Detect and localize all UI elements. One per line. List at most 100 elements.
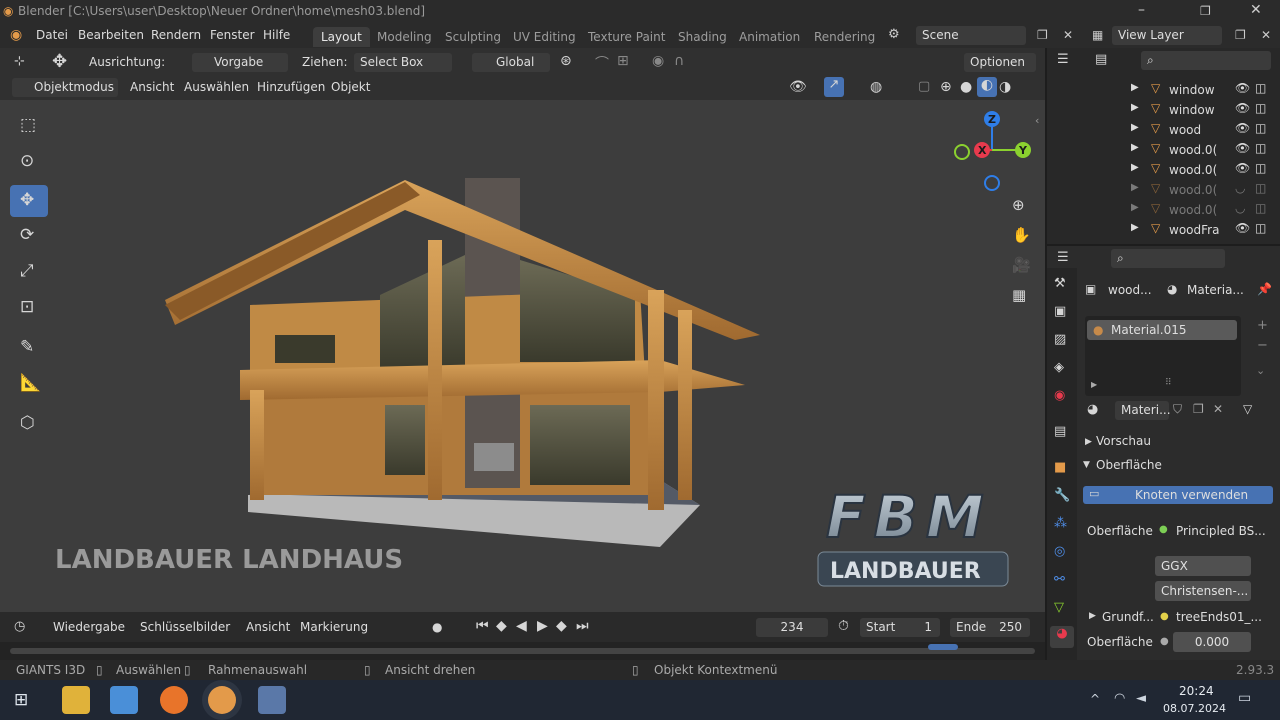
jump-end-icon[interactable]: ⏭ (576, 618, 589, 634)
properties-search-input[interactable]: ⌕ (1111, 249, 1225, 268)
collection-tab-icon[interactable]: ▤ (1054, 424, 1066, 439)
notification-icon[interactable]: ▭ (1238, 690, 1251, 706)
unlink-material-icon[interactable]: ✕ (1213, 402, 1223, 416)
clock-date[interactable]: 08.07.2024 (1163, 702, 1226, 715)
fake-user-icon[interactable]: ⛉ (1173, 402, 1182, 417)
material-slot-list[interactable]: ● Material.015 ▶ ⠿ (1085, 316, 1241, 396)
volume-icon[interactable]: ◄ (1136, 691, 1146, 706)
pan-hand-icon[interactable]: ✋ (1012, 226, 1031, 244)
object-tab-icon[interactable]: ■ (1054, 460, 1066, 475)
outliner-row[interactable]: ▶ ▽ wood.0( 👁 ◫ (1047, 140, 1280, 160)
play-icon[interactable]: ▶ (537, 618, 548, 634)
remove-slot-icon[interactable]: − (1257, 338, 1268, 353)
camera-icon[interactable]: ◫ (1255, 81, 1266, 95)
camera-icon[interactable]: ◫ (1255, 101, 1266, 115)
timeline-scrollbar[interactable] (10, 648, 1035, 654)
object-name[interactable]: wood... (1108, 283, 1152, 297)
proportional-edit-icon[interactable]: ◉ (652, 53, 664, 69)
wireframe-shading-icon[interactable]: ⊕ (940, 79, 952, 95)
view-layer-field[interactable]: View Layer (1112, 26, 1222, 45)
end-frame-field[interactable]: Ende 250 (950, 618, 1030, 637)
tab-shading[interactable]: Shading (670, 27, 735, 47)
eye-icon[interactable]: 👁 (1235, 141, 1250, 155)
jump-start-icon[interactable]: ⏮ (476, 618, 489, 634)
menu-hinzufuegen[interactable]: Hinzufügen (257, 80, 325, 94)
material-breadcrumb[interactable]: Materia... (1187, 283, 1244, 297)
material-browse-icon[interactable]: ◕ (1087, 402, 1098, 417)
rotate-tool-icon[interactable]: ⟳ (10, 220, 48, 252)
menu-bearbeiten[interactable]: Bearbeiten (78, 28, 144, 42)
maximize-icon[interactable]: ❐ (1200, 4, 1211, 18)
tab-texture-paint[interactable]: Texture Paint (580, 27, 673, 47)
outliner-row[interactable]: ▶ ▽ woodFra 👁 ◫ (1047, 220, 1280, 240)
camera-icon[interactable]: ◫ (1255, 121, 1266, 135)
timeline-editor-icon[interactable]: ◷ (14, 619, 25, 634)
material-name-field[interactable]: Materi... (1115, 401, 1171, 420)
select-box-tool-icon[interactable]: ⬚ (10, 110, 48, 142)
menu-auswaehlen[interactable]: Auswählen (184, 80, 249, 94)
scene-tab-icon[interactable]: ◈ (1054, 360, 1064, 375)
menu-rendern[interactable]: Rendern (151, 28, 201, 42)
blender-taskbar-icon[interactable] (208, 686, 236, 714)
tab-modeling[interactable]: Modeling (369, 27, 440, 47)
file-explorer-yellow-icon[interactable] (62, 686, 90, 714)
material-slot-row[interactable]: ● Material.015 (1087, 320, 1237, 340)
file-explorer-icon[interactable] (110, 686, 138, 714)
value-field[interactable]: 0.000 (1173, 632, 1251, 652)
output-tab-icon[interactable]: ▨ (1054, 332, 1066, 347)
start-frame-field[interactable]: Start 1 (860, 618, 940, 637)
pin-icon[interactable]: 📌 (1257, 282, 1272, 296)
distribution-dropdown[interactable]: GGX (1155, 556, 1251, 576)
outliner-row[interactable]: ▶ ▽ wood.0( 👁 ◫ (1047, 160, 1280, 180)
overlay-icon[interactable]: ◍ (870, 79, 882, 95)
slot-menu-chevron-icon[interactable]: ⌄ (1256, 364, 1265, 377)
menu-objekt[interactable]: Objekt (331, 80, 370, 94)
move-tool-button-icon[interactable]: ✥ (10, 185, 48, 217)
app-taskbar-icon[interactable] (258, 686, 286, 714)
tray-chevron-icon[interactable]: ^ (1090, 692, 1100, 706)
eye-closed-icon[interactable]: ◡ (1235, 181, 1245, 195)
material-shading-icon[interactable]: ◐ (977, 77, 997, 97)
firefox-icon[interactable] (160, 686, 188, 714)
solid-shading-icon[interactable]: ● (960, 79, 972, 95)
tool-tab-icon[interactable]: ⚒ (1054, 276, 1066, 291)
cursor-tool-icon[interactable]: ⊙ (10, 146, 48, 178)
playback-menu[interactable]: Wiedergabe (53, 620, 125, 634)
gizmo-y-label[interactable]: Y (1018, 144, 1028, 157)
timeline-scrubber[interactable] (0, 642, 1045, 660)
camera-icon[interactable]: ◫ (1255, 141, 1266, 155)
zoom-icon[interactable]: ⊕ (1012, 196, 1025, 214)
minimize-icon[interactable]: – (1138, 2, 1145, 18)
outliner-row[interactable]: ▶ ▽ wood.0( ◡ ◫ (1047, 180, 1280, 200)
perspective-grid-icon[interactable]: ▦ (1012, 286, 1026, 304)
preview-panel-header[interactable]: Vorschau (1096, 434, 1151, 448)
display-mode-icon[interactable]: ▤ (1095, 52, 1107, 67)
menu-fenster[interactable]: Fenster (210, 28, 255, 42)
camera-icon[interactable]: ◫ (1255, 221, 1266, 235)
prev-keyframe-icon[interactable]: ◆ (496, 618, 507, 634)
clock-time[interactable]: 20:24 (1179, 684, 1214, 698)
surface-shader-field[interactable]: Principled BS... (1176, 524, 1266, 538)
marker-menu[interactable]: Markierung (300, 620, 368, 634)
add-slot-icon[interactable]: + (1257, 318, 1268, 333)
mode-dropdown[interactable]: Objektmodus (12, 78, 118, 97)
scene-field[interactable]: Scene (916, 26, 1026, 45)
transform-space-dropdown[interactable]: Global (472, 53, 550, 72)
scale-tool-icon[interactable]: ⤢ (10, 256, 48, 288)
orientation-dropdown[interactable]: Vorgabe (192, 53, 288, 72)
gizmo-toggle-icon[interactable]: ↗ (824, 77, 844, 97)
tab-animation[interactable]: Animation (731, 27, 808, 47)
outliner-search-input[interactable]: ⌕ (1141, 51, 1271, 70)
eye-icon[interactable]: 👁 (1235, 101, 1250, 115)
frame-indicator[interactable] (928, 644, 958, 650)
outliner-editor-icon[interactable]: ☰ (1057, 52, 1069, 67)
outliner-row[interactable]: ▶ ▽ window 👁 ◫ (1047, 80, 1280, 100)
eye-icon[interactable]: 👁 (1235, 81, 1250, 95)
new-scene-icon[interactable]: ❐ (1037, 28, 1048, 42)
close-icon[interactable]: ✕ (1250, 2, 1262, 18)
transform-tool-icon[interactable]: ⊡ (10, 292, 48, 324)
keyframes-menu[interactable]: Schlüsselbilder (140, 620, 230, 634)
camera-icon[interactable]: ◫ (1255, 201, 1266, 215)
tab-layout[interactable]: Layout (313, 27, 370, 47)
tab-uv-editing[interactable]: UV Editing (505, 27, 584, 47)
